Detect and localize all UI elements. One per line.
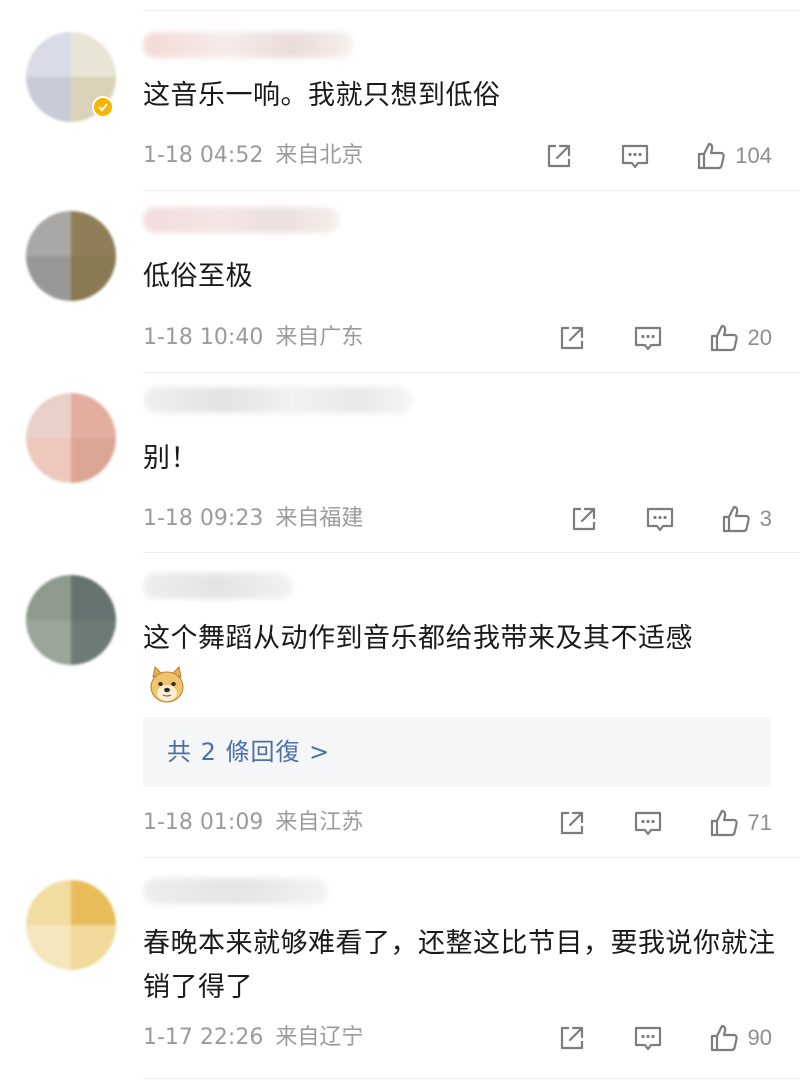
comment-actions: 20 xyxy=(556,321,772,355)
comment-item: 这个舞蹈从动作到音乐都给我带来及其不适感 共 2 條回復 > 1-18 01:0… xyxy=(0,553,800,858)
comment-time: 1-18 01:09 xyxy=(143,810,264,835)
comment-location: 来自福建 xyxy=(275,506,364,531)
share-icon[interactable] xyxy=(543,140,575,172)
comment-meta: 1-18 10:40 来自广东 xyxy=(143,323,363,353)
comment-text: 低俗至极 xyxy=(143,261,253,292)
like-button[interactable]: 20 xyxy=(708,322,772,354)
comment-location: 来自江苏 xyxy=(275,810,364,835)
comment-meta: 1-18 01:09 来自江苏 xyxy=(143,808,363,838)
comment-time: 1-18 09:23 xyxy=(143,506,264,531)
username-redacted[interactable] xyxy=(143,387,413,413)
like-count: 20 xyxy=(747,325,772,350)
comment-actions: 90 xyxy=(556,1021,772,1055)
comment-text: 这个舞蹈从动作到音乐都给我带来及其不适感 xyxy=(143,623,693,654)
comment-location: 来自北京 xyxy=(275,143,364,168)
avatar[interactable] xyxy=(26,575,116,665)
comment-actions: 3 xyxy=(568,502,772,536)
comment-item: 这音乐一响。我就只想到低俗 1-18 04:52 来自北京 104 xyxy=(0,10,800,191)
comment-actions: 104 xyxy=(543,139,772,173)
comment-icon[interactable] xyxy=(644,503,676,535)
username-redacted[interactable] xyxy=(143,878,328,904)
doge-emoji-icon xyxy=(150,665,184,703)
share-icon[interactable] xyxy=(556,1022,588,1054)
avatar[interactable] xyxy=(26,211,116,301)
comment-text: 这音乐一响。我就只想到低俗 xyxy=(143,80,501,111)
thumbs-up-icon xyxy=(698,142,725,170)
comment-icon[interactable] xyxy=(632,1022,664,1054)
like-button[interactable]: 3 xyxy=(720,503,772,535)
replies-box[interactable]: 共 2 條回復 > xyxy=(143,717,771,787)
like-button[interactable]: 71 xyxy=(708,807,772,839)
comment-text: 春晚本来就够难看了，还整这比节目，要我说你就注销了得了 xyxy=(143,928,776,1003)
comment-icon[interactable] xyxy=(619,140,651,172)
like-button[interactable]: 104 xyxy=(695,140,772,172)
comment-meta: 1-18 09:23 来自福建 xyxy=(143,504,363,534)
thumbs-up-icon xyxy=(710,324,738,352)
like-count: 3 xyxy=(759,506,772,531)
comment-location: 来自广东 xyxy=(275,325,364,350)
comment-item: 春晚本来就够难看了，还整这比节目，要我说你就注销了得了 1-17 22:26 来自… xyxy=(0,858,800,1079)
avatar[interactable] xyxy=(26,393,116,483)
share-icon[interactable] xyxy=(556,807,588,839)
comment-actions: 71 xyxy=(556,806,772,840)
username-redacted[interactable] xyxy=(143,32,353,58)
comment-icon[interactable] xyxy=(632,807,664,839)
like-count: 90 xyxy=(747,1025,772,1050)
comment-icon[interactable] xyxy=(632,322,664,354)
divider xyxy=(143,1078,800,1079)
comment-location: 来自辽宁 xyxy=(275,1025,364,1050)
username-redacted[interactable] xyxy=(143,207,339,233)
thumbs-up-icon xyxy=(710,809,738,837)
comment-item: 低俗至极 1-18 10:40 来自广东 20 xyxy=(0,191,800,373)
username-redacted[interactable] xyxy=(143,573,293,599)
comment-meta: 1-17 22:26 来自辽宁 xyxy=(143,1023,363,1053)
comment-time: 1-18 04:52 xyxy=(143,143,264,168)
comment-text: 别！ xyxy=(143,443,198,474)
like-count: 71 xyxy=(747,810,772,835)
view-replies-link[interactable]: 共 2 條回復 > xyxy=(167,735,330,769)
verified-badge-icon xyxy=(92,96,114,118)
avatar[interactable] xyxy=(26,880,116,970)
like-button[interactable]: 90 xyxy=(708,1022,772,1054)
thumbs-up-icon xyxy=(722,505,750,533)
comment-time: 1-18 10:40 xyxy=(143,325,264,350)
comment-meta: 1-18 04:52 来自北京 xyxy=(143,141,363,171)
share-icon[interactable] xyxy=(556,322,588,354)
thumbs-up-icon xyxy=(710,1024,738,1052)
comment-time: 1-17 22:26 xyxy=(143,1025,264,1050)
like-count: 104 xyxy=(735,143,772,168)
comment-item: 别！ 1-18 09:23 来自福建 3 xyxy=(0,373,800,553)
share-icon[interactable] xyxy=(568,503,600,535)
